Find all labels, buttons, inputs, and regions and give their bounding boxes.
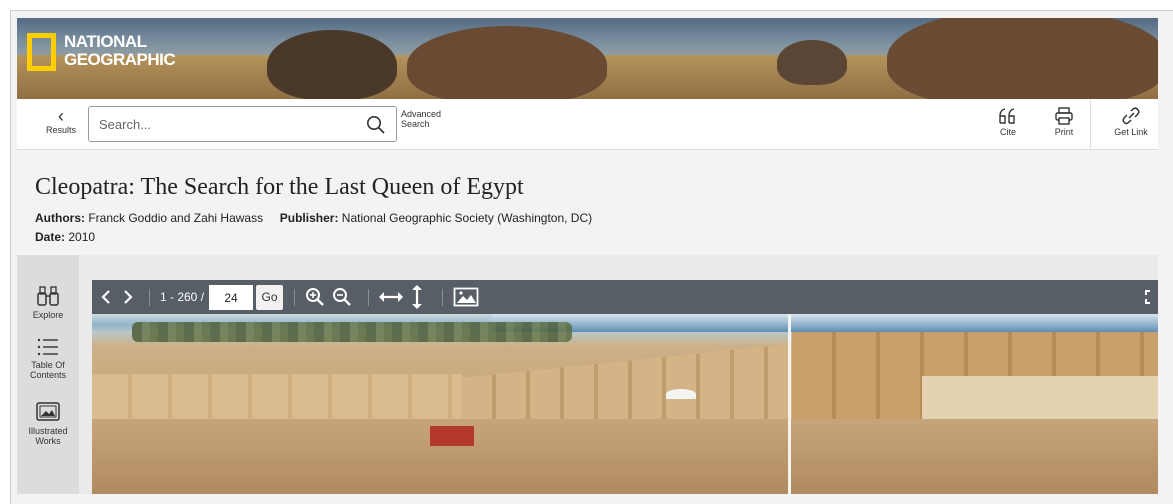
cite-button[interactable]: Cite	[983, 107, 1033, 143]
viewer-toolbar: 1 - 260 / Go	[92, 280, 1158, 314]
fit-width-button[interactable]	[377, 280, 405, 314]
chevron-right-icon	[124, 290, 133, 304]
fullscreen-button[interactable]	[1144, 280, 1158, 314]
sidebar-item-illustrated-works[interactable]: Illustrated Works	[17, 401, 79, 446]
image-cart	[430, 426, 474, 446]
page-number-input[interactable]	[209, 285, 253, 310]
page-spread-seam	[788, 314, 791, 494]
zoom-in-icon	[306, 288, 324, 306]
list-icon	[37, 338, 58, 356]
binoculars-icon	[37, 286, 59, 306]
back-to-results-label: Results	[45, 125, 76, 135]
illustrated-label-line-1: Illustrated	[28, 426, 68, 436]
banner-elephant	[777, 40, 847, 85]
cite-label: Cite	[999, 127, 1016, 137]
date-value: 2010	[68, 230, 96, 244]
natgeo-logo-text: NATIONAL GEOGRAPHIC	[64, 32, 176, 69]
advanced-search-line-2: Search	[401, 119, 430, 129]
zoom-out-icon	[333, 288, 351, 306]
fit-height-icon	[412, 285, 422, 309]
toolbar-divider	[294, 289, 295, 306]
sidebar-item-table-of-contents[interactable]: Table Of Contents	[17, 337, 79, 380]
illustrated-label-line-2: Works	[35, 436, 61, 446]
toolbar-divider	[442, 289, 443, 306]
get-link-button[interactable]: Get Link	[1105, 107, 1157, 143]
site-banner: NATIONAL GEOGRAPHIC	[17, 18, 1158, 99]
search-toolbar: ‹ Results Advanced Search Cite Print	[17, 99, 1158, 150]
toc-label-line-2: Contents	[29, 370, 67, 380]
search-icon[interactable]	[366, 115, 386, 135]
authors-label: Authors:	[35, 211, 85, 225]
fit-height-button[interactable]	[409, 280, 425, 314]
search-input[interactable]	[99, 113, 349, 135]
banner-elephant	[407, 26, 607, 99]
toc-label-line-1: Table Of	[31, 360, 65, 370]
fullscreen-icon	[1145, 290, 1150, 304]
print-label: Print	[1054, 127, 1074, 137]
sidebar-item-explore[interactable]: Explore	[17, 285, 79, 320]
link-icon	[1122, 107, 1140, 125]
document-title: Cleopatra: The Search for the Last Queen…	[35, 174, 524, 200]
publisher-value: National Geographic Society (Washington,…	[341, 211, 593, 225]
logo-line-2: GEOGRAPHIC	[64, 50, 176, 69]
date-label: Date:	[35, 230, 66, 244]
image-trees	[132, 322, 572, 342]
image-ground	[92, 419, 1158, 494]
image-sea	[492, 314, 1158, 332]
advanced-search-link[interactable]: Advanced Search	[401, 109, 441, 129]
document-meta-line-1: Authors: Franck Goddio and Zahi Hawass P…	[35, 211, 592, 225]
image-wall	[92, 374, 462, 419]
quote-icon	[999, 108, 1015, 124]
logo-line-1: NATIONAL	[64, 32, 147, 51]
previous-page-button[interactable]	[98, 280, 114, 314]
viewer-sidebar: Explore Table Of Contents Illustrated Wo…	[17, 255, 79, 494]
back-to-results-button[interactable]: ‹ Results	[39, 107, 83, 143]
chevron-left-icon	[101, 290, 110, 304]
get-link-label: Get Link	[1114, 127, 1148, 137]
image-view-button[interactable]	[452, 280, 480, 314]
document-meta-line-2: Date: 2010	[35, 230, 95, 244]
toolbar-divider	[149, 289, 150, 306]
fit-width-icon	[379, 292, 403, 302]
zoom-out-button[interactable]	[331, 280, 353, 314]
image-tent	[666, 389, 696, 399]
image-wall	[462, 344, 792, 419]
authors-value: Franck Goddio and Zahi Hawass	[88, 211, 264, 225]
natgeo-logo-icon	[27, 33, 56, 71]
image-icon	[36, 402, 60, 421]
document-header: Cleopatra: The Search for the Last Queen…	[17, 150, 1158, 255]
advanced-search-line-1: Advanced	[401, 109, 442, 119]
printer-icon	[1055, 107, 1073, 125]
toolbar-divider	[1090, 99, 1091, 150]
zoom-in-button[interactable]	[304, 280, 326, 314]
go-button[interactable]: Go	[256, 285, 283, 310]
search-box	[88, 106, 397, 142]
print-button[interactable]: Print	[1039, 107, 1089, 143]
publisher-label: Publisher:	[279, 211, 339, 225]
next-page-button[interactable]	[120, 280, 136, 314]
document-viewer: Explore Table Of Contents Illustrated Wo…	[17, 255, 1158, 494]
image-icon	[453, 287, 479, 307]
banner-elephant	[267, 30, 397, 99]
image-wall	[922, 376, 1158, 421]
banner-elephant	[887, 18, 1158, 99]
toolbar-divider	[368, 289, 369, 306]
page-range: 1 - 260 /	[160, 290, 205, 304]
sidebar-item-explore-label: Explore	[32, 310, 64, 320]
chevron-left-icon: ‹	[58, 106, 64, 126]
page-scan-image	[92, 314, 1158, 494]
